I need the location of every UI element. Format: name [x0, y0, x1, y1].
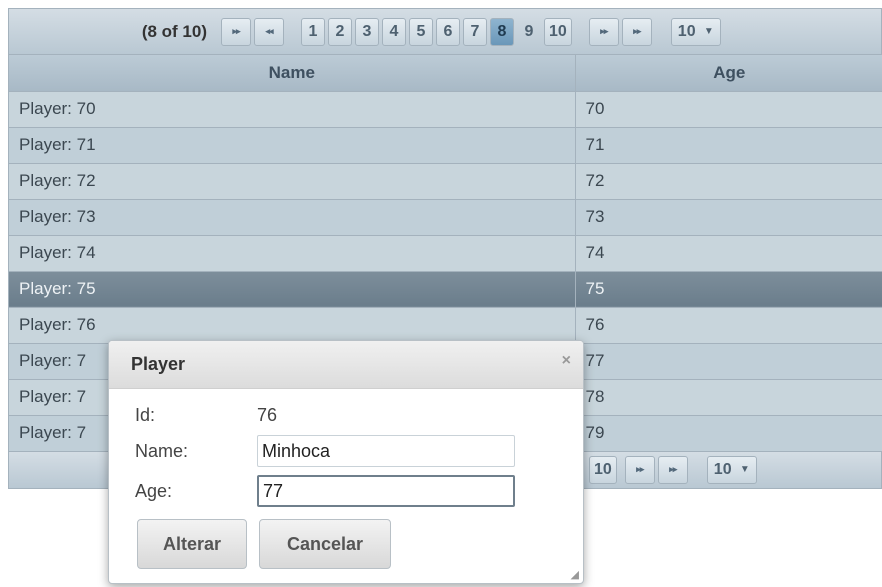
- next-page-button[interactable]: ▸▸: [588, 17, 619, 46]
- page-link-3[interactable]: 3: [355, 17, 379, 46]
- current-page-report: (8 of 10): [141, 21, 207, 41]
- cell-age: 74: [575, 235, 882, 272]
- cell-age: 76: [575, 307, 882, 344]
- table-row[interactable]: Player: 74 74: [9, 235, 882, 272]
- name-label: Name:: [135, 440, 189, 461]
- cell-age: 78: [575, 379, 882, 416]
- next-page-button-bottom[interactable]: ▸▸: [624, 455, 655, 484]
- id-value: 76: [257, 405, 278, 425]
- page-link-4[interactable]: 4: [382, 17, 406, 46]
- page-link-10-bottom[interactable]: 10: [589, 455, 617, 484]
- top-paginator: (8 of 10) ▸▸ ◂◂ 1 2 3 4 5 6 7 8 9 10 ▸▸ ▸▸ 10 ▼: [9, 9, 881, 55]
- page-link-10[interactable]: 10: [544, 17, 572, 46]
- cell-name: Player: 72: [9, 163, 576, 200]
- name-field[interactable]: [257, 435, 515, 467]
- dialog-title: Player: [131, 354, 186, 374]
- first-page-button[interactable]: ▸▸: [221, 17, 251, 46]
- cancel-button[interactable]: Cancelar: [259, 519, 391, 569]
- cell-name: Player: 74: [9, 235, 576, 272]
- table-row[interactable]: Player: 72 72: [9, 163, 882, 200]
- cell-name: Player: 70: [9, 91, 576, 128]
- page-link-8[interactable]: 8: [490, 17, 514, 46]
- page-link-5[interactable]: 5: [409, 17, 433, 46]
- column-header-age[interactable]: Age: [575, 55, 882, 92]
- rows-per-page-value-bottom: 10: [713, 460, 732, 478]
- page-link-1[interactable]: 1: [301, 17, 325, 46]
- age-row: Age:: [135, 475, 515, 507]
- rows-per-page-select-bottom[interactable]: 10 ▼: [706, 455, 757, 484]
- column-header-name[interactable]: Name: [9, 55, 576, 92]
- table-row[interactable]: Player: 71 71: [9, 127, 882, 164]
- table-row[interactable]: Player: 75 75: [9, 271, 882, 308]
- table-row[interactable]: Player: 70 70: [9, 91, 882, 128]
- page-link-7[interactable]: 7: [463, 17, 487, 46]
- rows-per-page-value: 10: [677, 22, 696, 40]
- table-row[interactable]: Player: 76 76: [9, 307, 882, 344]
- dropdown-caret-icon: ▼: [703, 26, 714, 37]
- name-row: Name:: [135, 435, 515, 467]
- cell-name: Player: 75: [9, 271, 576, 308]
- player-dialog: Player × Id: 76 Name: Age: Alterar Cance…: [108, 340, 584, 584]
- cell-age: 73: [575, 199, 882, 236]
- page-link-2[interactable]: 2: [328, 17, 352, 46]
- cell-age: 79: [575, 415, 882, 452]
- cell-name: Player: 76: [9, 307, 576, 344]
- age-field[interactable]: [257, 475, 515, 507]
- page-link-9[interactable]: 9: [517, 18, 541, 46]
- table-header-row: Name Age: [9, 55, 882, 92]
- page-link-6[interactable]: 6: [436, 17, 460, 46]
- cell-name: Player: 73: [9, 199, 576, 236]
- cell-age: 77: [575, 343, 882, 380]
- dialog-header[interactable]: Player ×: [109, 341, 583, 389]
- close-icon[interactable]: ×: [562, 352, 571, 370]
- id-label: Id:: [135, 405, 156, 425]
- resize-handle-icon[interactable]: ◢: [571, 568, 579, 581]
- cell-age: 72: [575, 163, 882, 200]
- last-page-button[interactable]: ▸▸: [621, 17, 652, 46]
- rows-per-page-select[interactable]: 10 ▼: [670, 17, 721, 46]
- page-links: 1 2 3 4 5 6 7 8 9 10: [301, 17, 575, 46]
- cell-name: Player: 71: [9, 127, 576, 164]
- save-button[interactable]: Alterar: [137, 519, 247, 569]
- table-row[interactable]: Player: 73 73: [9, 199, 882, 236]
- cell-age: 70: [575, 91, 882, 128]
- id-row: Id: 76: [135, 405, 277, 426]
- cell-age: 71: [575, 127, 882, 164]
- cell-age: 75: [575, 271, 882, 308]
- age-label: Age:: [135, 480, 173, 501]
- last-page-button-bottom[interactable]: ▸▸: [657, 455, 688, 484]
- dropdown-caret-icon: ▼: [739, 464, 750, 475]
- prev-page-button[interactable]: ◂◂: [254, 17, 284, 46]
